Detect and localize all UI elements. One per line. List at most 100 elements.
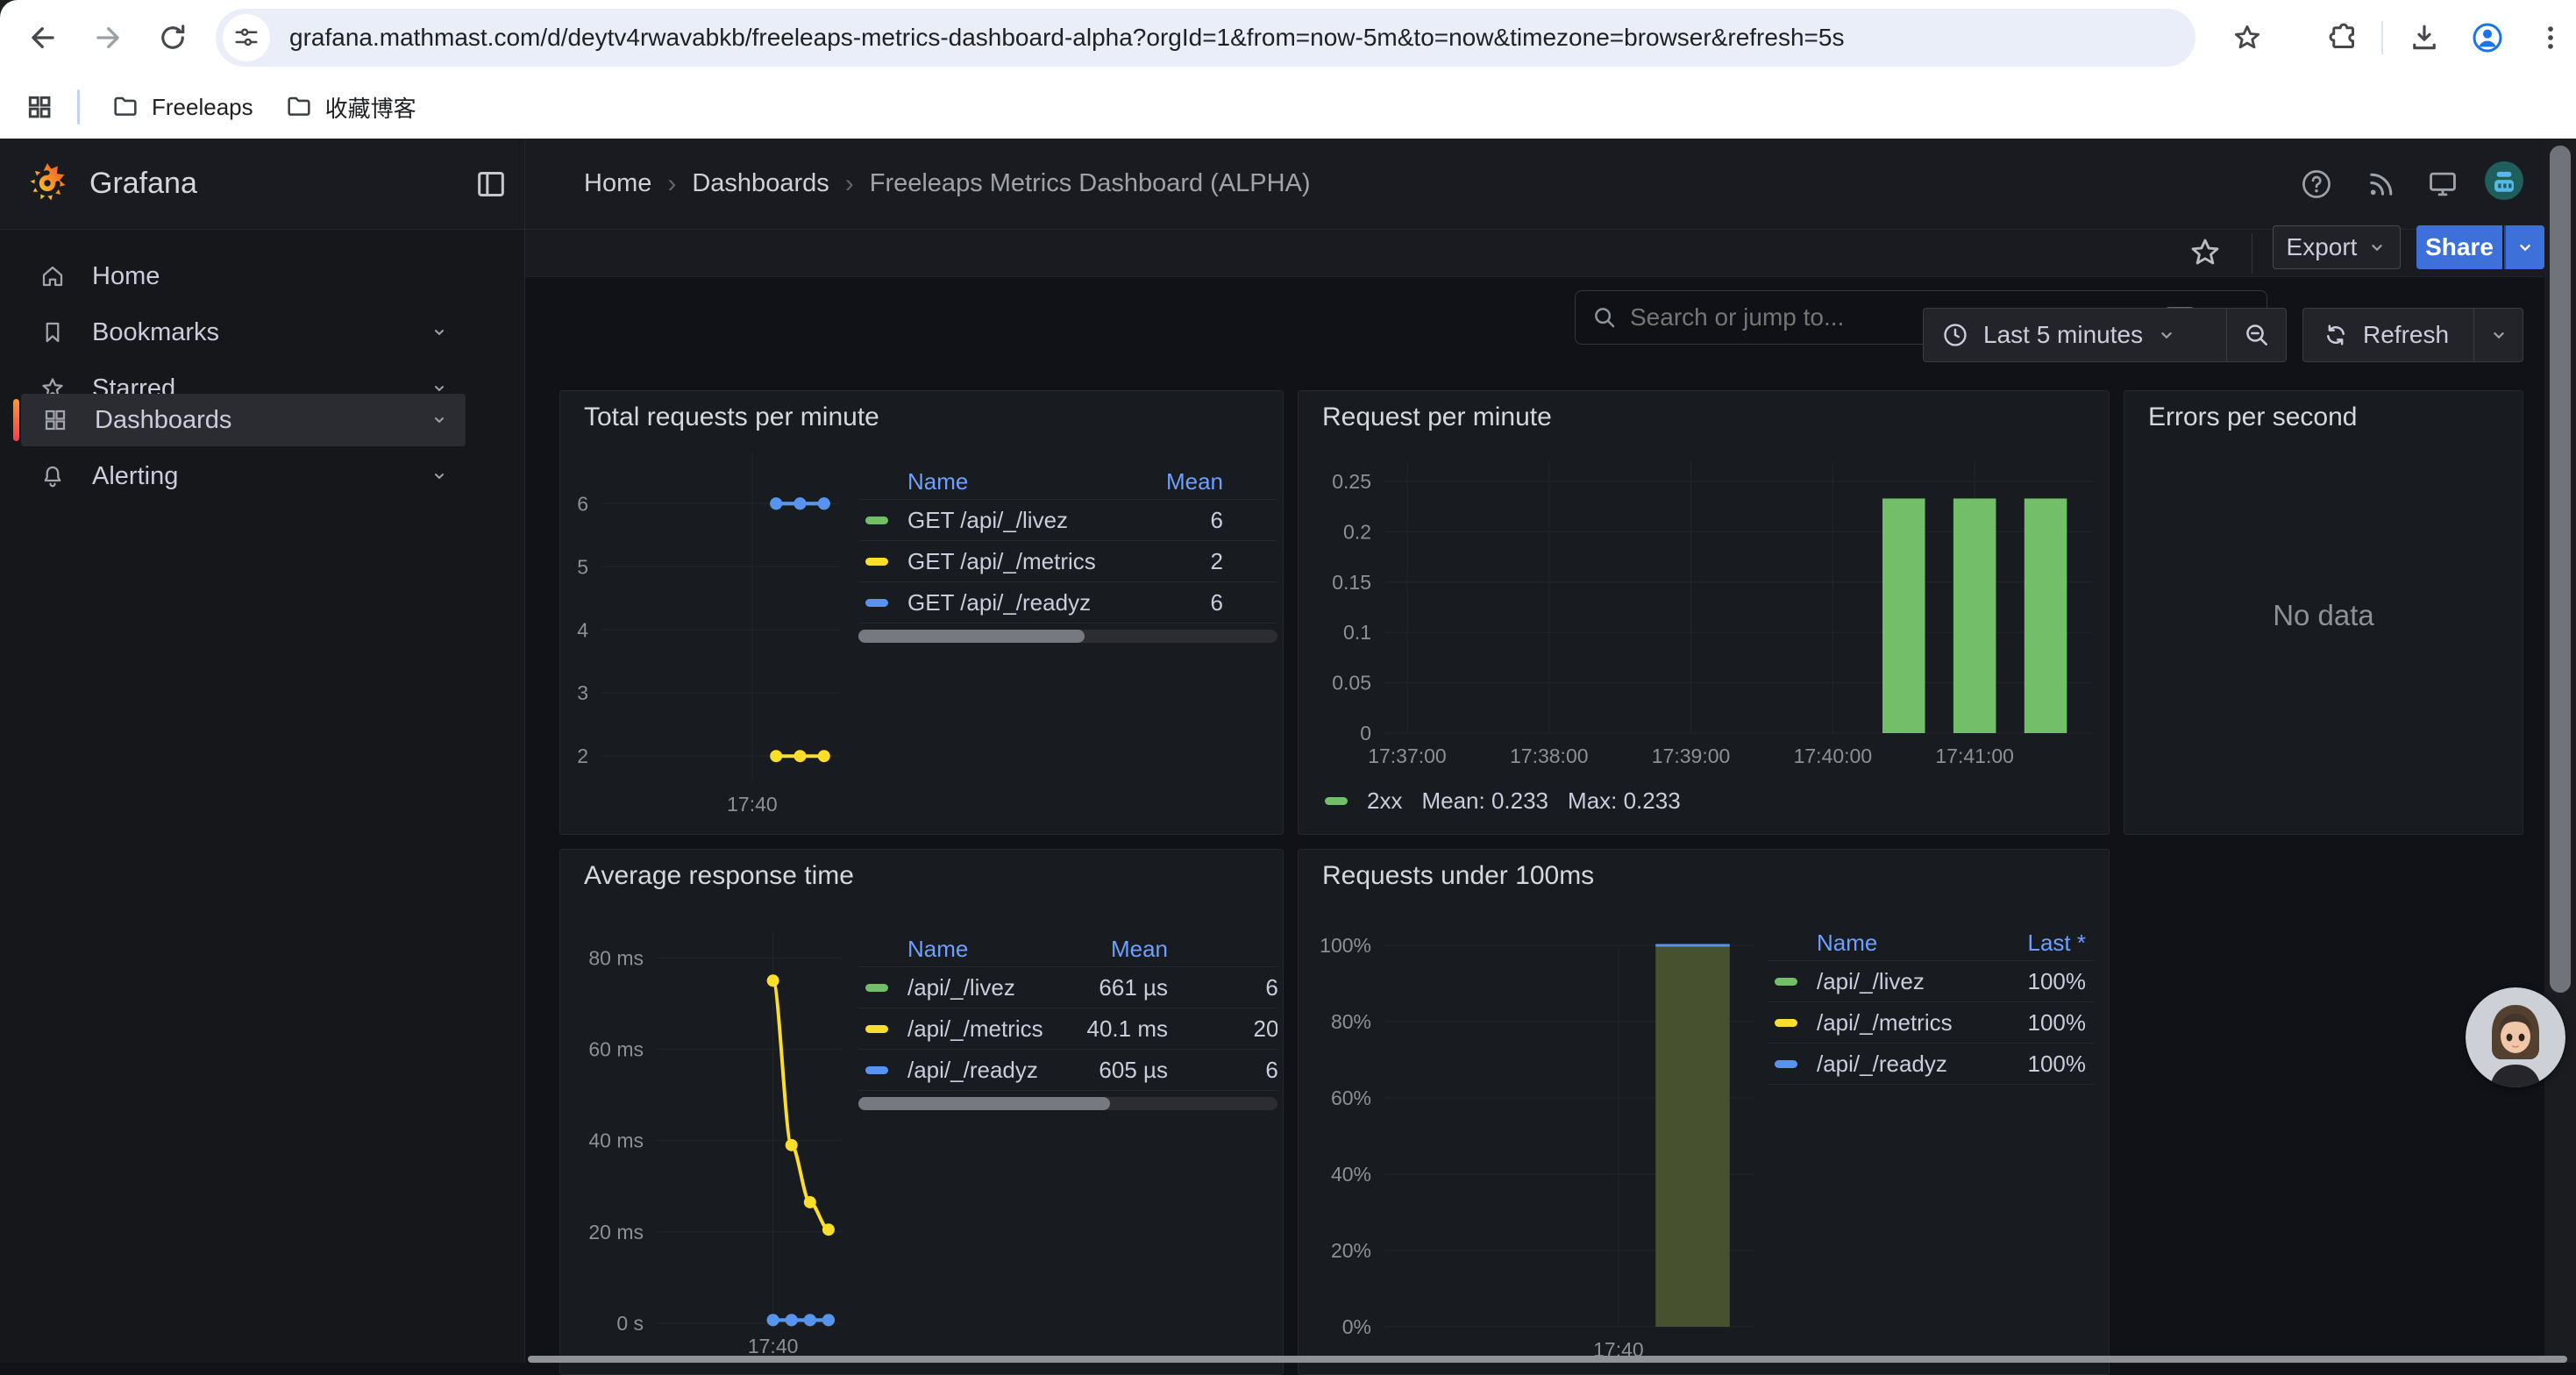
chevron-down-icon xyxy=(429,410,450,431)
vertical-scrollbar-thumb[interactable] xyxy=(2550,146,2571,993)
sidebar-item-label: Bookmarks xyxy=(92,318,429,347)
bookmarks-divider xyxy=(77,89,80,125)
table-row[interactable]: GET /api/_/metrics2 xyxy=(858,541,1277,582)
svg-text:40%: 40% xyxy=(1331,1163,1371,1186)
user-avatar[interactable] xyxy=(2485,161,2523,200)
floating-assistant-avatar[interactable] xyxy=(2466,987,2565,1087)
share-menu-button[interactable] xyxy=(2504,225,2544,269)
column-header[interactable]: Name xyxy=(1768,930,1994,957)
refresh-button[interactable]: Refresh xyxy=(2303,309,2473,361)
monitor-icon xyxy=(2426,167,2459,201)
share-button[interactable]: Share xyxy=(2416,225,2502,269)
panel-requests-under-100ms[interactable]: Requests under 100ms 100%80%60%40%20%0%1… xyxy=(1298,849,2110,1375)
assistant-avatar-image xyxy=(2466,987,2565,1087)
downloads-button[interactable] xyxy=(2402,16,2446,60)
bookmark-page-button[interactable] xyxy=(2225,16,2269,60)
breadcrumb-home[interactable]: Home xyxy=(584,169,651,198)
svg-text:80%: 80% xyxy=(1331,1010,1371,1033)
column-header[interactable]: Mean xyxy=(1048,936,1168,963)
refresh-interval-button[interactable] xyxy=(2473,309,2523,361)
panel-total-requests-per-minute[interactable]: Total requests per minute 6543217:40 Nam… xyxy=(559,390,1284,835)
back-button[interactable] xyxy=(21,16,65,60)
active-item-indicator xyxy=(13,399,19,441)
sidebar-item-dashboards[interactable]: Dashboards xyxy=(21,394,466,446)
column-header[interactable]: Mean xyxy=(1166,468,1277,495)
export-button[interactable]: Export xyxy=(2273,225,2401,269)
url-bar[interactable]: grafana.mathmast.com/d/deytv4rwavabkb/fr… xyxy=(216,9,2195,67)
table-scrollbar[interactable] xyxy=(858,1097,1277,1110)
sidebar-item-bookmarks[interactable]: Bookmarks xyxy=(13,306,466,359)
svg-text:4: 4 xyxy=(577,618,588,641)
bookmark-folder-freeleaps[interactable]: Freeleaps xyxy=(96,84,269,130)
chart-legend[interactable]: 2xx Mean: 0.233 Max: 0.233 xyxy=(1325,787,1681,815)
help-button[interactable] xyxy=(2297,165,2336,203)
column-header[interactable]: Name xyxy=(858,936,1048,963)
brand-label: Grafana xyxy=(89,167,197,201)
site-settings-icon[interactable] xyxy=(223,14,270,61)
breadcrumb-dashboards[interactable]: Dashboards xyxy=(692,169,829,198)
average-response-time-chart[interactable]: 80 ms60 ms40 ms20 ms0 s17:40 xyxy=(560,850,1283,1374)
reload-icon xyxy=(157,22,189,53)
table-row[interactable]: GET /api/_/livez6 xyxy=(858,500,1277,541)
extensions-button[interactable] xyxy=(2322,16,2366,60)
legend-max: Max: 0.233 xyxy=(1568,787,1681,815)
svg-text:17:40: 17:40 xyxy=(727,793,778,816)
table-cell: 100% xyxy=(1994,1051,2095,1078)
svg-text:2: 2 xyxy=(577,744,588,767)
table-row[interactable]: /api/_/livez661 µs646 µs xyxy=(858,967,1277,1008)
table-row[interactable]: /api/_/readyz605 µs620 µs xyxy=(858,1050,1277,1091)
star-dashboard-button[interactable] xyxy=(2188,235,2226,272)
table-cell: 661 µs xyxy=(1048,974,1168,1001)
apps-grid-button[interactable] xyxy=(18,85,61,129)
chevron-down-icon xyxy=(429,466,450,487)
browser-menu-button[interactable] xyxy=(2529,16,2572,60)
panel-request-per-minute[interactable]: Request per minute 0.250.20.150.10.05017… xyxy=(1298,390,2110,835)
svg-text:60 ms: 60 ms xyxy=(588,1037,644,1060)
dashboard-action-bar xyxy=(525,230,2576,277)
news-button[interactable] xyxy=(2362,165,2401,203)
table-header-row: NameMeanLast * xyxy=(858,932,1277,967)
url-text[interactable]: grafana.mathmast.com/d/deytv4rwavabkb/fr… xyxy=(289,24,1844,52)
column-header[interactable]: Name xyxy=(858,468,1166,495)
bell-icon xyxy=(39,463,66,489)
table-row[interactable]: /api/_/readyz100% xyxy=(1768,1044,2095,1085)
series-swatch xyxy=(865,517,888,524)
time-range-picker[interactable]: Last 5 minutes xyxy=(1923,308,2287,362)
series-swatch xyxy=(865,599,888,607)
table-row[interactable]: /api/_/metrics100% xyxy=(1768,1002,2095,1044)
svg-text:0.2: 0.2 xyxy=(1343,520,1371,543)
table-row[interactable]: GET /api/_/readyz6 xyxy=(858,582,1277,623)
horizontal-scrollbar-thumb[interactable] xyxy=(528,1356,2567,1363)
search-icon xyxy=(1591,304,1618,331)
panel-errors-per-second[interactable]: Errors per second No data xyxy=(2124,390,2523,835)
folder-icon xyxy=(111,93,139,121)
legend-mean: Mean: 0.233 xyxy=(1421,787,1548,815)
forward-button[interactable] xyxy=(86,16,130,60)
bookmark-folder-blogs[interactable]: 收藏博客 xyxy=(269,82,432,132)
table-row[interactable]: /api/_/metrics40.1 ms20.5 ms xyxy=(858,1008,1277,1050)
refresh-controls[interactable]: Refresh xyxy=(2302,308,2523,362)
column-header[interactable]: Last * xyxy=(1994,930,2095,957)
table-cell: 100% xyxy=(1994,1009,2095,1037)
request-per-minute-chart[interactable]: 0.250.20.150.10.05017:37:0017:38:0017:39… xyxy=(1299,391,2109,834)
legend-table: NameMeanLast */api/_/livez661 µs646 µs/a… xyxy=(858,932,1277,1110)
grafana-logo[interactable] xyxy=(25,161,70,207)
table-scrollbar[interactable] xyxy=(858,630,1277,643)
reload-button[interactable] xyxy=(151,16,195,60)
legend-series-name[interactable]: 2xx xyxy=(1367,787,1402,815)
panel-average-response-time[interactable]: Average response time 80 ms60 ms40 ms20 … xyxy=(559,849,1284,1375)
collapse-sidebar-button[interactable] xyxy=(473,167,509,202)
column-header[interactable]: Last * xyxy=(1168,936,1277,963)
panel-title[interactable]: Errors per second xyxy=(2148,403,2357,432)
profile-button[interactable] xyxy=(2466,16,2509,60)
table-row[interactable]: /api/_/livez100% xyxy=(1768,961,2095,1002)
refresh-label: Refresh xyxy=(2363,321,2449,349)
chevron-down-icon xyxy=(2489,325,2508,345)
zoom-out-time-button[interactable] xyxy=(2226,309,2286,361)
sidebar-item-home[interactable]: Home xyxy=(13,250,466,303)
grafana-top-nav: Grafana Home › Dashboards › Freeleaps Me… xyxy=(0,139,2576,230)
sidebar-item-alerting[interactable]: Alerting xyxy=(13,450,466,502)
table-cell: 100% xyxy=(1994,968,2095,995)
sidebar-divider xyxy=(524,139,525,1363)
display-button[interactable] xyxy=(2423,165,2462,203)
